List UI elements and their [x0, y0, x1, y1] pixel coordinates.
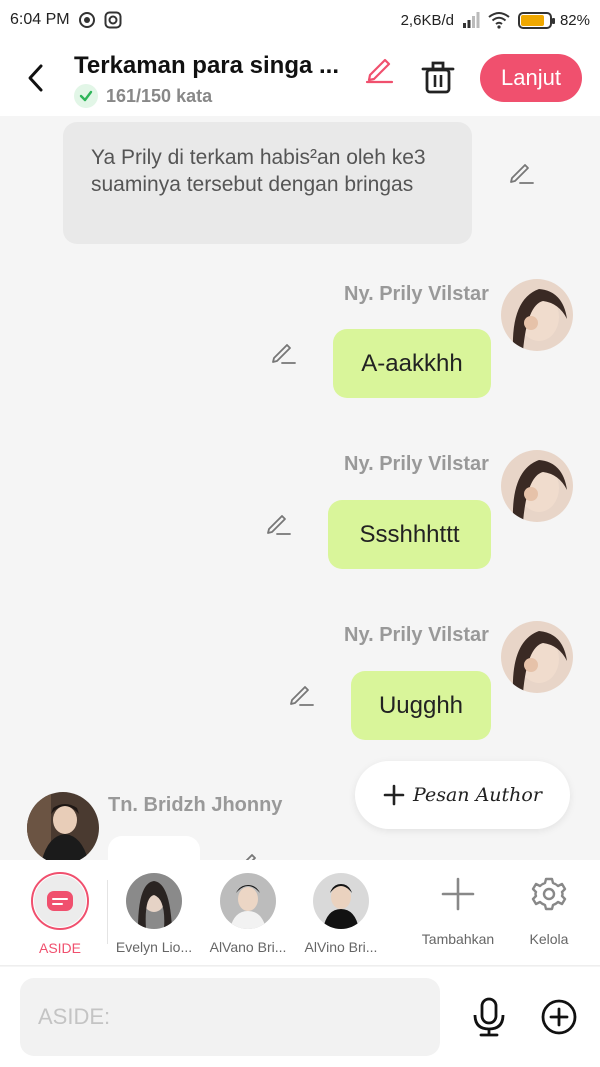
avatar — [126, 873, 182, 929]
sender-name: Ny. Prily Vilstar — [344, 624, 489, 646]
check-icon — [74, 84, 98, 108]
lanjut-button[interactable]: Lanjut — [480, 54, 582, 102]
signal-icon — [462, 12, 480, 28]
chat-bubble[interactable] — [108, 836, 200, 860]
trash-icon[interactable] — [420, 58, 456, 96]
chat-bubble[interactable]: A-aakkhh — [333, 329, 491, 398]
manage-label: Kelola — [529, 931, 569, 947]
sender-name: Ny. Prily Vilstar — [344, 453, 489, 475]
avatar — [220, 873, 276, 929]
character-alvano[interactable]: AlVano Bri... — [202, 872, 294, 955]
chat-area[interactable]: Ya Prily di terkam habis²an oleh ke3 sua… — [0, 116, 600, 860]
sender-name: Tn. Bridzh Jhonny — [108, 794, 283, 816]
message-icon — [47, 891, 73, 911]
character-label: ASIDE — [38, 940, 81, 956]
character-bar: ASIDE Evelyn Lio... AlVano Bri... AlVino… — [0, 860, 600, 966]
plus-icon — [441, 877, 475, 911]
status-time: 6:04 PM — [10, 11, 70, 28]
input-bar — [0, 967, 600, 1067]
headset-icon — [78, 12, 95, 28]
page-title: Terkaman para singa ... — [74, 52, 339, 79]
character-label: Evelyn Lio... — [115, 939, 193, 955]
aside-avatar — [31, 872, 89, 930]
gear-icon — [531, 877, 567, 911]
character-evelyn[interactable]: Evelyn Lio... — [108, 872, 200, 955]
edit-title-pencil-icon[interactable] — [363, 52, 395, 84]
battery-icon — [517, 11, 555, 29]
add-label: Tambahkan — [421, 931, 495, 947]
sender-name: Ny. Prily Vilstar — [344, 283, 489, 305]
pencil-icon[interactable] — [507, 158, 535, 186]
manage-button[interactable]: Kelola — [503, 874, 595, 947]
character-label: AlVino Bri... — [304, 939, 378, 955]
plus-circle-icon[interactable] — [540, 998, 578, 1036]
microphone-icon[interactable] — [470, 997, 508, 1037]
avatar[interactable] — [501, 450, 573, 522]
network-speed: 2,6KB/d — [400, 11, 454, 29]
avatar — [313, 873, 369, 929]
character-aside[interactable]: ASIDE — [14, 872, 106, 956]
back-arrow-icon[interactable] — [22, 60, 52, 96]
word-count-text: 161/150 kata — [106, 85, 213, 106]
pesan-author-button[interactable]: Pesan Author — [355, 761, 570, 829]
narration-message[interactable]: Ya Prily di terkam habis²an oleh ke3 sua… — [63, 122, 472, 244]
add-character-button[interactable]: Tambahkan — [412, 874, 504, 947]
header: Terkaman para singa ... 161/150 kata Lan… — [0, 40, 600, 116]
pesan-author-label: Pesan Author — [413, 784, 542, 806]
pencil-icon[interactable] — [264, 509, 292, 537]
word-count: 161/150 kata — [74, 84, 212, 108]
message-input[interactable] — [20, 978, 440, 1056]
avatar[interactable] — [501, 279, 573, 351]
instagram-icon — [104, 11, 122, 29]
status-bar: 6:04 PM 2,6KB/d 82% — [0, 0, 600, 40]
wifi-icon — [488, 12, 510, 29]
chat-bubble[interactable]: Ssshhhttt — [328, 500, 491, 569]
character-label: AlVano Bri... — [209, 939, 287, 955]
avatar[interactable] — [27, 792, 99, 860]
character-alvino[interactable]: AlVino Bri... — [295, 872, 387, 955]
battery-percent: 82% — [559, 11, 590, 29]
pencil-icon[interactable] — [269, 338, 297, 366]
chat-bubble[interactable]: Uugghh — [351, 671, 491, 740]
pencil-icon[interactable] — [287, 680, 315, 708]
avatar[interactable] — [501, 621, 573, 693]
pencil-icon[interactable] — [234, 848, 262, 860]
plus-icon — [383, 784, 405, 806]
